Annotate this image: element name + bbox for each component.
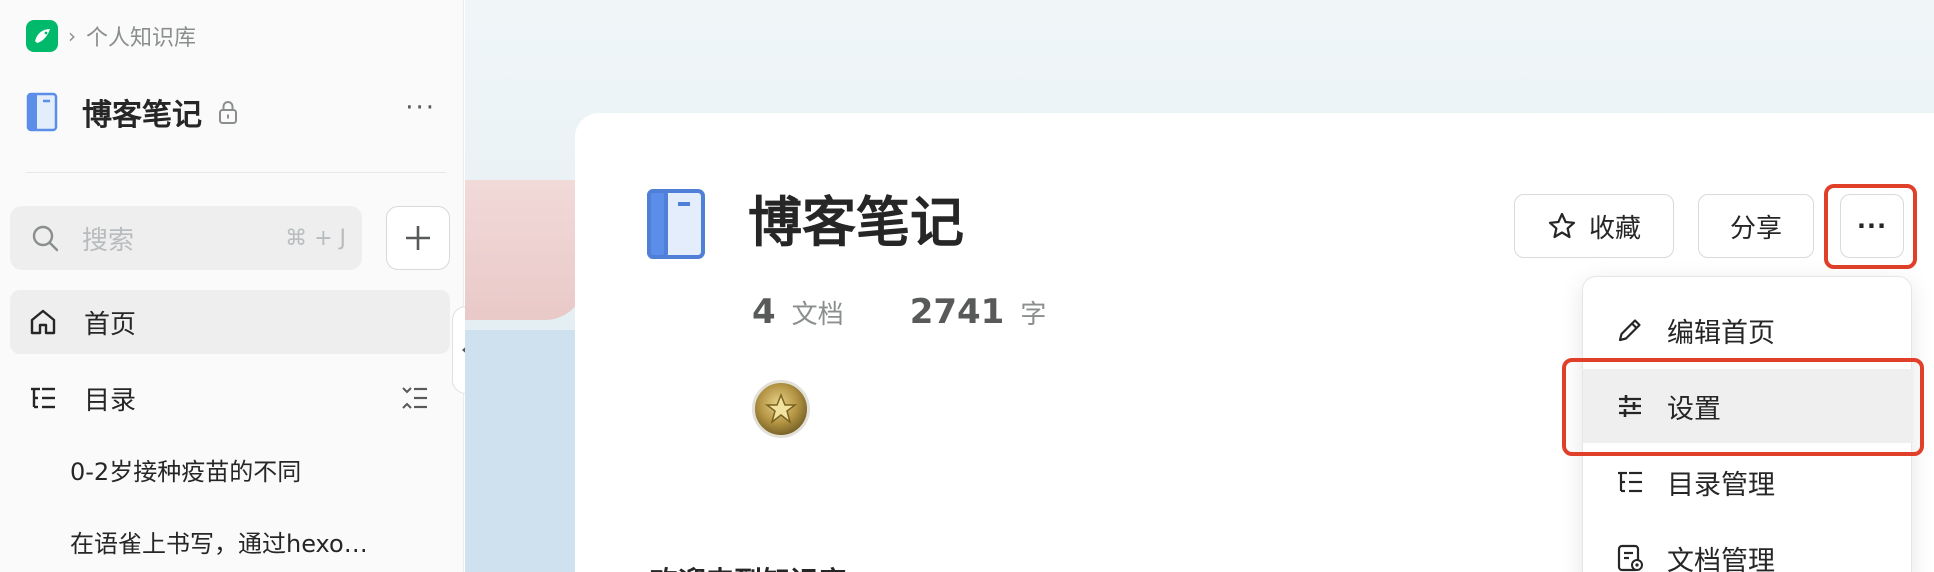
search-icon xyxy=(32,225,59,252)
breadcrumb-knowledge-base[interactable]: 个人知识库 xyxy=(86,20,196,52)
menu-item-toc-manage[interactable]: 目录管理 xyxy=(1583,445,1913,519)
sidebar-item-label: 目录 xyxy=(84,385,137,416)
share-label: 分享 xyxy=(1729,213,1782,244)
sidebar-more-button[interactable]: ··· xyxy=(405,95,436,121)
pencil-icon xyxy=(1618,319,1641,342)
breadcrumb: › 个人知识库 xyxy=(26,20,196,52)
doc-count-label: 文档 xyxy=(791,300,844,330)
sidebar-doc-item[interactable]: 在语雀上书写，通过hexo… xyxy=(70,524,430,559)
chevron-right-icon: › xyxy=(68,24,76,48)
section-heading: 欢迎来到知识库 xyxy=(650,560,846,572)
cover-decoration xyxy=(465,330,585,572)
sidebar-item-toc[interactable]: 目录 xyxy=(10,366,450,430)
yuque-logo-icon[interactable] xyxy=(26,20,58,52)
book-icon xyxy=(647,189,705,259)
star-icon xyxy=(1548,212,1576,239)
cover-decoration xyxy=(465,180,585,320)
star-emblem-icon xyxy=(764,392,798,424)
toc-icon xyxy=(31,387,55,409)
word-count: 2741 xyxy=(909,292,1005,332)
share-button[interactable]: 分享 xyxy=(1698,194,1814,258)
menu-item-doc-manage[interactable]: 文档管理 xyxy=(1583,521,1913,572)
avatar[interactable] xyxy=(752,380,810,438)
search-placeholder: 搜索 xyxy=(82,225,135,256)
favorite-button[interactable]: 收藏 xyxy=(1514,194,1674,258)
sidebar-item-label: 首页 xyxy=(84,309,137,340)
sidebar-item-home[interactable]: 首页 xyxy=(10,290,450,354)
add-button[interactable] xyxy=(386,206,450,270)
highlight-box xyxy=(1562,358,1924,456)
knowledge-base-stats: 4 文档 2741 字 xyxy=(752,292,1046,332)
menu-item-label: 目录管理 xyxy=(1667,469,1775,501)
doc-count: 4 xyxy=(752,292,776,332)
page-title: 博客笔记 xyxy=(748,191,964,254)
word-count-label: 字 xyxy=(1020,300,1047,330)
menu-item-label: 文档管理 xyxy=(1667,545,1775,572)
highlight-box xyxy=(1824,184,1917,269)
sidebar: › 个人知识库 博客笔记 ··· 搜索 ⌘ + J 首页 目录 0-2岁接种疫苗… xyxy=(0,0,464,572)
menu-item-label: 编辑首页 xyxy=(1667,317,1775,349)
plus-icon xyxy=(406,226,430,250)
sidebar-book-header: 博客笔记 ··· xyxy=(26,92,436,133)
sidebar-book-title: 博客笔记 xyxy=(82,98,202,133)
menu-item-edit-home[interactable]: 编辑首页 xyxy=(1583,293,1913,367)
document-manage-icon xyxy=(1617,544,1643,572)
divider xyxy=(26,172,446,173)
lock-icon xyxy=(219,101,237,124)
search-input[interactable]: 搜索 ⌘ + J xyxy=(10,206,362,270)
favorite-label: 收藏 xyxy=(1588,213,1641,244)
expand-collapse-list-icon[interactable] xyxy=(400,383,430,413)
book-icon xyxy=(26,92,58,132)
toc-icon xyxy=(1618,471,1642,493)
search-shortcut: ⌘ + J xyxy=(285,225,346,251)
sidebar-doc-item[interactable]: 0-2岁接种疫苗的不同 xyxy=(70,452,430,487)
home-icon xyxy=(30,309,56,335)
